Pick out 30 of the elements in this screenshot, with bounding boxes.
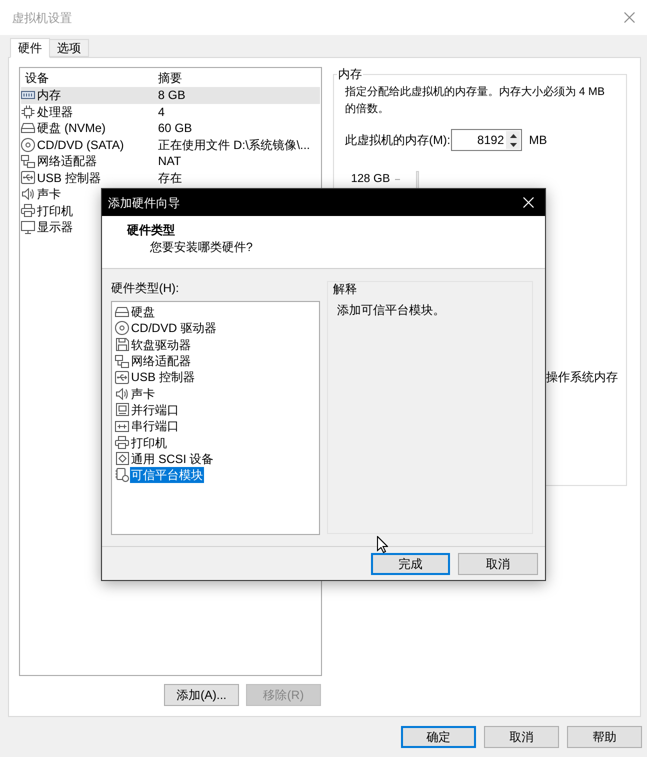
device-summary: 8 GB [158,88,186,102]
device-summary: 60 GB [158,121,192,136]
note-text: 操作系统内存 [546,370,619,384]
device-name: CD/DVD (SATA) [37,138,124,152]
list-label: 硬件类型(H): [111,281,179,295]
device-name: 处理器 [37,104,73,119]
device-summary: 存在 [158,170,182,185]
device-name: 硬盘 (NVMe) [37,121,106,136]
field-label: 此虚拟机的内存(M): [345,133,451,147]
unit-label: MB [529,133,547,147]
column-header: 摘要 [158,71,182,85]
device-summary: 4 [158,104,165,119]
device-name: 声卡 [37,187,61,202]
scale-label: 128 GB [351,172,390,186]
wizard-heading: 硬件类型 [127,222,175,238]
device-name: USB 控制器 [37,170,102,185]
device-name: 网络适配器 [37,154,97,168]
device-name: 打印机 [37,204,73,218]
wizard-subheading: 您要安装哪类硬件? [150,239,253,255]
dialog-title: 添加硬件向导 [108,196,180,210]
explanation-text: 添加可信平台模块。 [337,303,445,317]
explanation-title: 解释 [333,282,357,296]
group-title: 内存 [337,67,363,81]
window-title: 虚拟机设置 [12,10,72,24]
description-text: 指定分配给此虚拟机的内存量。内存大小必须为 4 MB 的倍数。 [345,84,606,117]
device-summary: 正在使用文件 D:\系统镜像\... [158,138,310,152]
device-name: 显示器 [37,220,73,234]
column-header: 设备 [24,71,49,85]
device-name: 内存 [37,88,61,102]
device-summary: NAT [158,154,182,168]
